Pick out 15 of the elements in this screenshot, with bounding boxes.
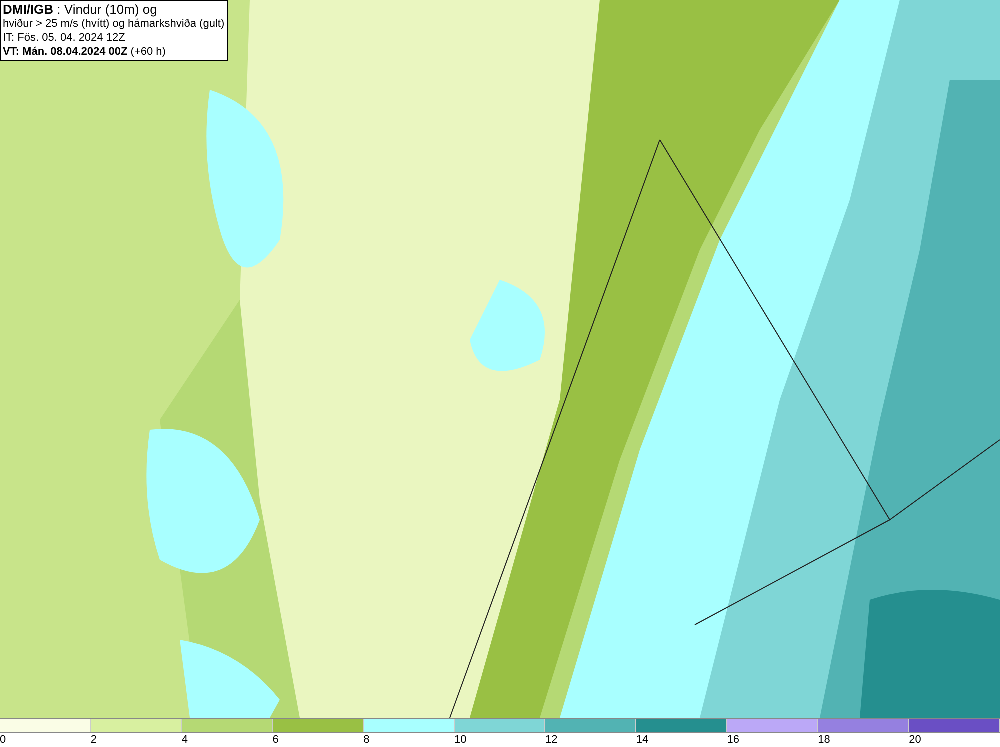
- legend-label: 6: [272, 733, 279, 747]
- legend-label: 14: [636, 733, 649, 747]
- title-line: hviður > 25 m/s (hvítt) og hámarkshviða (gult): [3, 17, 225, 31]
- legend-label: 16: [727, 733, 740, 747]
- legend-label: 20: [909, 733, 922, 747]
- title-line: DMI/IGB : Vindur (10m) og: [3, 2, 158, 17]
- legend-label: 18: [818, 733, 830, 747]
- legend-label: 8: [364, 733, 370, 747]
- legend-label: 0: [0, 733, 6, 747]
- legend-label: 12: [545, 733, 558, 747]
- legend-label: 2: [90, 733, 98, 747]
- title-line: IT: Fös. 05. 04. 2024 12Z: [3, 31, 126, 45]
- legend-label: 4: [182, 733, 188, 747]
- title-line: VT: Mán. 08.04.2024 00Z (+60 h): [3, 45, 167, 59]
- legend-label: 10: [454, 733, 467, 747]
